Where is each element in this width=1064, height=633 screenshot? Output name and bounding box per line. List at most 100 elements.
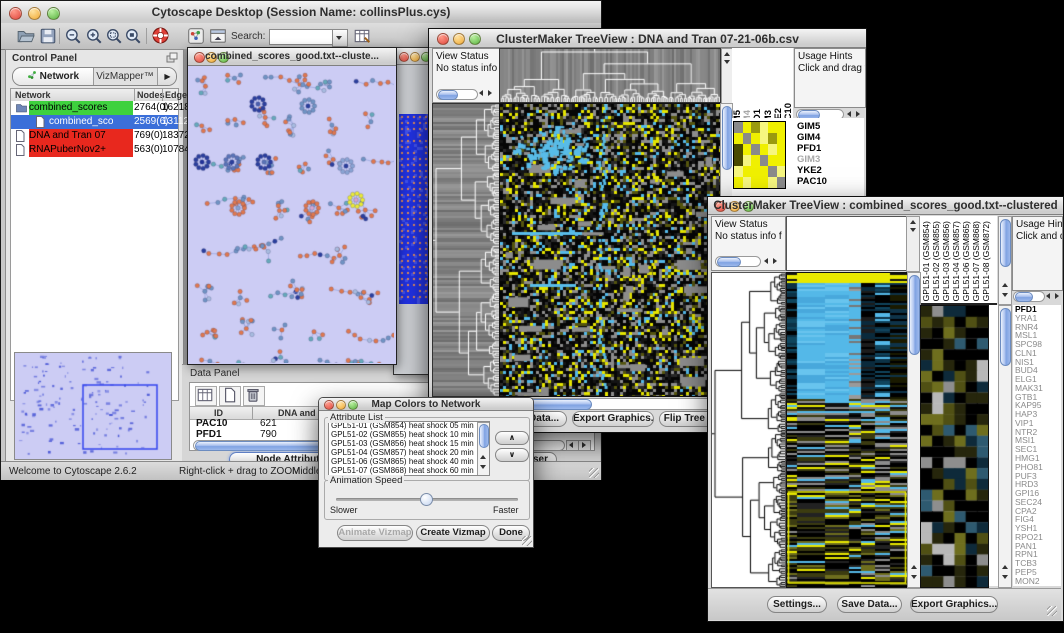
matrix-cell[interactable] — [768, 177, 777, 188]
matrix-cell[interactable] — [768, 144, 777, 155]
tv1-row-label[interactable]: PFD1 — [797, 143, 841, 154]
treeview1-titlebar[interactable]: ClusterMaker TreeView : DNA and Tran 07-… — [429, 29, 866, 48]
matrix-cell[interactable] — [768, 155, 777, 166]
overview-canvas[interactable] — [15, 353, 169, 457]
dialog-titlebar[interactable]: Map Colors to Network — [319, 398, 533, 411]
matrix-cell[interactable] — [751, 155, 760, 166]
zoom-in-icon[interactable] — [85, 27, 103, 45]
matrix-cell[interactable] — [734, 166, 743, 177]
zoom-out-icon[interactable] — [64, 27, 82, 45]
tv2-column-label[interactable]: GPL51-07 (GSM868) — [972, 221, 981, 301]
tv1-row-label[interactable]: GIM4 — [797, 132, 841, 143]
matrix-cell[interactable] — [743, 166, 752, 177]
tv2-column-label[interactable]: GPL51-06 (GSM865) — [962, 221, 971, 301]
tab-overflow-arrow[interactable]: ▶ — [157, 68, 177, 85]
delete-button[interactable] — [243, 386, 265, 406]
matrix-cell[interactable] — [777, 155, 786, 166]
tv1-row-dendrogram[interactable] — [432, 103, 500, 397]
gene-label[interactable]: MON2 — [1013, 577, 1061, 586]
tv2-genes-vscrollbar[interactable] — [998, 305, 1012, 588]
matrix-cell[interactable] — [768, 133, 777, 144]
resize-grip[interactable] — [589, 468, 599, 478]
network-list-row[interactable]: RNAPuberNov2+563(0)107847(0) — [11, 143, 178, 157]
matrix-cell[interactable] — [760, 122, 769, 133]
tv2-labels-vscrollbar[interactable] — [998, 216, 1012, 305]
attribute-table-icon[interactable] — [353, 27, 371, 45]
save-icon[interactable] — [39, 27, 57, 45]
tv2-status-scrollbar[interactable] — [715, 256, 761, 267]
matrix-cell[interactable] — [777, 122, 786, 133]
open-file-icon[interactable] — [17, 27, 35, 45]
dialog-resize-grip[interactable] — [522, 536, 532, 546]
matrix-cell[interactable] — [768, 122, 777, 133]
tv2-column-label[interactable]: GPL51-08 (GSM872) — [982, 221, 991, 301]
tv1-row-label[interactable]: PAC10 — [797, 176, 841, 187]
new-page-button[interactable] — [219, 386, 241, 406]
tv2-vscrollbar[interactable] — [907, 272, 921, 588]
matrix-cell[interactable] — [743, 122, 752, 133]
treeview2-titlebar[interactable]: ClusterMaker TreeView : combined_scores_… — [708, 197, 1063, 215]
settings-button[interactable]: Settings... — [767, 596, 827, 613]
tv2-column-label[interactable]: GPL51-04 (GSM857) — [952, 221, 961, 301]
move-up-button[interactable]: ∧ — [495, 431, 529, 445]
matrix-cell[interactable] — [743, 155, 752, 166]
matrix-cell[interactable] — [751, 177, 760, 188]
matrix-cell[interactable] — [751, 133, 760, 144]
network-list-row[interactable]: combined_scores2764(0)16218(0) — [11, 101, 178, 115]
tv1-row-label[interactable]: GIM3 — [797, 154, 841, 165]
table-mode-button[interactable] — [195, 386, 217, 406]
matrix-cell[interactable] — [760, 177, 769, 188]
create-vizmap-button[interactable]: Create Vizmap — [416, 525, 490, 541]
search-dropdown-button[interactable] — [332, 29, 348, 47]
tv2-scroll-strip[interactable] — [906, 216, 920, 272]
matrix-cell[interactable] — [751, 166, 760, 177]
network-name[interactable]: DNA and Tran 07 — [29, 129, 133, 143]
matrix-cell[interactable] — [734, 177, 743, 188]
matrix-cell[interactable] — [751, 144, 760, 155]
matrix-cell[interactable] — [751, 122, 760, 133]
tv2-column-label[interactable]: GPL51-01 (GSM854) — [922, 221, 931, 301]
scroll-right-button[interactable] — [578, 440, 591, 451]
matrix-cell[interactable] — [777, 133, 786, 144]
close-icon[interactable] — [399, 52, 409, 62]
save-data-button[interactable]: Save Data... — [837, 596, 902, 613]
matrix-cell[interactable] — [777, 166, 786, 177]
network-overview-icon[interactable] — [187, 27, 205, 45]
search-input[interactable] — [269, 29, 333, 45]
dialog-list-vscrollbar[interactable] — [477, 422, 490, 476]
matrix-cell[interactable] — [734, 144, 743, 155]
minimize-icon[interactable] — [410, 52, 420, 62]
speed-slider-thumb[interactable] — [420, 493, 433, 506]
matrix-cell[interactable] — [743, 144, 752, 155]
network-list-row[interactable]: combined_sco2569(6)13112(15) — [11, 115, 178, 129]
matrix-cell[interactable] — [760, 166, 769, 177]
main-titlebar[interactable]: Cytoscape Desktop (Session Name: collins… — [1, 1, 601, 24]
matrix-cell[interactable] — [760, 144, 769, 155]
attribute-list[interactable]: GPL51-01 (GSM854) heat shock 05 minGPL51… — [328, 421, 490, 476]
tab-vizmapper[interactable]: VizMapper™ — [94, 68, 156, 85]
tv2-resize-grip[interactable] — [1047, 606, 1057, 616]
undock-icon[interactable] — [166, 52, 178, 64]
tv2-usage-scrollbar[interactable] — [1013, 291, 1045, 302]
matrix-cell[interactable] — [777, 177, 786, 188]
matrix-cell[interactable] — [734, 155, 743, 166]
network-canvas[interactable] — [188, 66, 394, 363]
matrix-cell[interactable] — [734, 122, 743, 133]
tv1-heatmap[interactable] — [499, 103, 721, 397]
animate-vizmap-button[interactable]: Animate Vizmap — [337, 525, 413, 541]
tab-network[interactable]: Network — [13, 68, 94, 85]
network-name[interactable]: RNAPuberNov2+ — [29, 143, 133, 157]
matrix-cell[interactable] — [734, 133, 743, 144]
col-nodes[interactable]: Nodes — [137, 90, 165, 100]
matrix-cell[interactable] — [768, 166, 777, 177]
col-id[interactable]: ID — [214, 408, 223, 418]
help-lifesaver-icon[interactable] — [151, 26, 170, 45]
matrix-cell[interactable] — [760, 133, 769, 144]
network-name[interactable]: combined_scores — [29, 101, 133, 115]
zoom-selected-icon[interactable] — [124, 27, 142, 45]
window-panel-icon[interactable] — [209, 27, 227, 45]
network-list-row[interactable]: DNA and Tran 07769(0)183728(0) — [11, 129, 178, 143]
tv1-row-label[interactable]: YKE2 — [797, 165, 841, 176]
tv1-status-scrollbar[interactable] — [436, 89, 478, 100]
tv1-similarity-matrix[interactable] — [733, 121, 786, 189]
